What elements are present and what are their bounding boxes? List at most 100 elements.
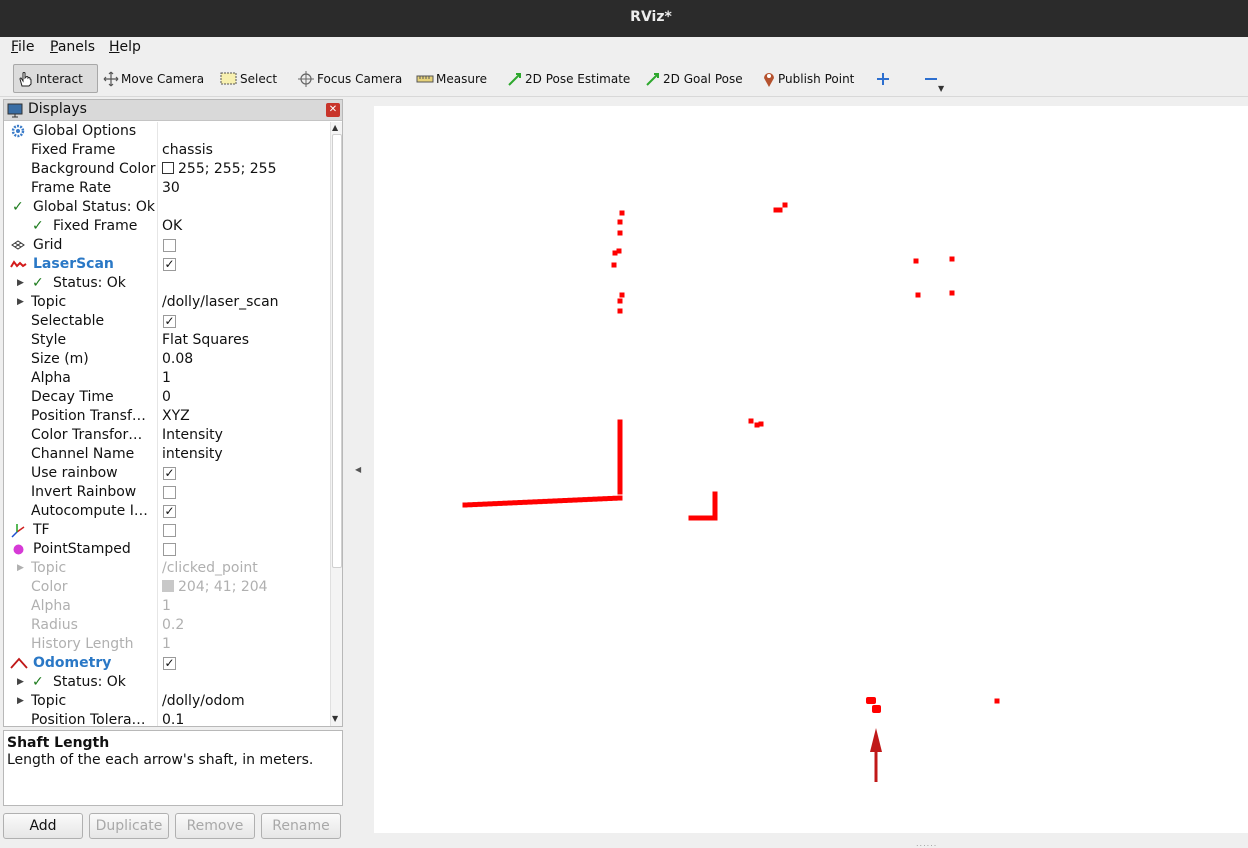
add-button[interactable]: Add xyxy=(3,813,83,839)
fixed-frame-value[interactable]: chassis xyxy=(162,141,213,160)
tree-row-fixed-frame[interactable]: Fixed Frame chassis xyxy=(4,141,330,160)
use-rainbow-checkbox[interactable]: ✓ xyxy=(163,467,176,480)
row-name: PointStamped xyxy=(33,541,131,557)
displays-scrollbar[interactable]: ▲ ▼ xyxy=(330,122,342,726)
tree-row-odometry-status[interactable]: ▶ ✓ Status: Ok xyxy=(4,673,330,692)
decay-time-value[interactable]: 0 xyxy=(162,388,171,407)
add-tool-button[interactable] xyxy=(876,64,892,93)
tree-row-pointstamped-alpha[interactable]: Alpha 1 xyxy=(4,597,330,616)
focus-camera-tool-button[interactable]: Focus Camera xyxy=(297,64,402,93)
rename-button[interactable]: Rename xyxy=(261,813,341,839)
tree-row-use-rainbow[interactable]: Use rainbow ✓ xyxy=(4,464,330,483)
menu-panels[interactable]: Panels xyxy=(50,39,95,55)
2d-pose-estimate-tool-button[interactable]: 2D Pose Estimate xyxy=(507,64,630,93)
background-color-value[interactable]: 255; 255; 255 xyxy=(162,160,277,179)
tree-row-position-tolerance[interactable]: Position Tolera… 0.1 xyxy=(4,711,330,726)
channel-name-value[interactable]: intensity xyxy=(162,445,223,464)
tree-row-laserscan[interactable]: LaserScan ✓ xyxy=(4,255,330,274)
autocompute-checkbox[interactable]: ✓ xyxy=(163,505,176,518)
tree-row-odometry-topic[interactable]: ▶ Topic /dolly/odom xyxy=(4,692,330,711)
expand-arrow-icon[interactable]: ▶ xyxy=(17,673,24,692)
tree-row-fixed-frame-status[interactable]: ✓ Fixed Frame OK xyxy=(4,217,330,236)
tree-row-decay-time[interactable]: Decay Time 0 xyxy=(4,388,330,407)
position-transformer-value[interactable]: XYZ xyxy=(162,407,190,426)
tree-row-alpha[interactable]: Alpha 1 xyxy=(4,369,330,388)
alpha-value[interactable]: 1 xyxy=(162,369,171,388)
row-name: Radius xyxy=(31,617,78,633)
color-transformer-value[interactable]: Intensity xyxy=(162,426,223,445)
pointstamped-topic-value[interactable]: /clicked_point xyxy=(162,559,258,578)
expand-arrow-icon[interactable]: ▶ xyxy=(17,274,24,293)
move-camera-tool-button[interactable]: Move Camera xyxy=(103,64,204,93)
tree-row-style[interactable]: Style Flat Squares xyxy=(4,331,330,350)
pointstamped-history-value[interactable]: 1 xyxy=(162,635,171,654)
laserscan-topic-value[interactable]: /dolly/laser_scan xyxy=(162,293,279,312)
tree-row-pointstamped-color[interactable]: Color 204; 41; 204 xyxy=(4,578,330,597)
tree-row-invert-rainbow[interactable]: Invert Rainbow xyxy=(4,483,330,502)
expand-arrow-icon[interactable]: ▶ xyxy=(17,559,24,578)
menu-help-accel: H xyxy=(109,39,120,55)
tree-row-position-transformer[interactable]: Position Transf… XYZ xyxy=(4,407,330,426)
tree-row-autocompute-intensity[interactable]: Autocompute I… ✓ xyxy=(4,502,330,521)
tree-row-channel-name[interactable]: Channel Name intensity xyxy=(4,445,330,464)
style-value[interactable]: Flat Squares xyxy=(162,331,249,350)
2d-goal-pose-tool-button[interactable]: 2D Goal Pose xyxy=(645,64,743,93)
position-tolerance-value[interactable]: 0.1 xyxy=(162,711,184,726)
pointstamped-checkbox[interactable] xyxy=(163,543,176,556)
pointstamped-color-value[interactable]: 204; 41; 204 xyxy=(162,578,268,597)
laser-point xyxy=(758,421,764,427)
panel-splitter[interactable]: ◀ xyxy=(345,99,372,839)
tree-row-pointstamped-topic[interactable]: ▶ Topic /clicked_point xyxy=(4,559,330,578)
grid-checkbox[interactable] xyxy=(163,239,176,252)
measure-tool-button[interactable]: Measure xyxy=(416,64,487,93)
tree-row-frame-rate[interactable]: Frame Rate 30 xyxy=(4,179,330,198)
laser-point xyxy=(617,439,623,445)
menu-help-label: elp xyxy=(119,39,141,55)
displays-tree[interactable]: Global Options Fixed Frame chassis Backg… xyxy=(4,122,330,726)
publish-point-tool-button[interactable]: Publish Point xyxy=(762,64,854,93)
tree-row-background-color[interactable]: Background Color 255; 255; 255 xyxy=(4,160,330,179)
laserscan-checkbox[interactable]: ✓ xyxy=(163,258,176,271)
tool-dropdown-arrow-icon[interactable]: ▼ xyxy=(938,84,944,93)
scroll-down-arrow-icon[interactable]: ▼ xyxy=(332,714,338,723)
tree-row-pointstamped-radius[interactable]: Radius 0.2 xyxy=(4,616,330,635)
close-icon[interactable]: ✕ xyxy=(326,103,340,117)
odometry-topic-value[interactable]: /dolly/odom xyxy=(162,692,245,711)
duplicate-button[interactable]: Duplicate xyxy=(89,813,169,839)
tree-row-global-options[interactable]: Global Options xyxy=(4,122,330,141)
interact-tool-button[interactable]: Interact xyxy=(13,64,98,93)
selectable-checkbox[interactable]: ✓ xyxy=(163,315,176,328)
tree-row-tf[interactable]: TF xyxy=(4,521,330,540)
expand-arrow-icon[interactable]: ▶ xyxy=(17,692,24,711)
tree-row-grid[interactable]: Grid xyxy=(4,236,330,255)
tree-row-global-status[interactable]: ✓ Global Status: Ok xyxy=(4,198,330,217)
pointstamped-alpha-value[interactable]: 1 xyxy=(162,597,171,616)
collapse-arrow-icon[interactable]: ◀ xyxy=(355,465,361,474)
tree-row-laserscan-topic[interactable]: ▶ Topic /dolly/laser_scan xyxy=(4,293,330,312)
remove-button[interactable]: Remove xyxy=(175,813,255,839)
scroll-up-arrow-icon[interactable]: ▲ xyxy=(332,123,338,132)
tree-row-color-transformer[interactable]: Color Transfor… Intensity xyxy=(4,426,330,445)
laser-point xyxy=(617,419,623,425)
odometry-checkbox[interactable]: ✓ xyxy=(163,657,176,670)
select-tool-button[interactable]: Select xyxy=(220,64,277,93)
pointstamped-radius-value[interactable]: 0.2 xyxy=(162,616,184,635)
invert-rainbow-checkbox[interactable] xyxy=(163,486,176,499)
tree-row-laserscan-status[interactable]: ▶ ✓ Status: Ok xyxy=(4,274,330,293)
tf-checkbox[interactable] xyxy=(163,524,176,537)
row-name: Position Transf… xyxy=(31,408,146,424)
scrollbar-thumb[interactable] xyxy=(332,134,342,568)
menu-help[interactable]: Help xyxy=(109,39,141,55)
expand-arrow-icon[interactable]: ▶ xyxy=(17,293,24,312)
tree-row-size[interactable]: Size (m) 0.08 xyxy=(4,350,330,369)
laser-point xyxy=(492,501,498,507)
tree-row-pointstamped-history-length[interactable]: History Length 1 xyxy=(4,635,330,654)
tree-row-odometry[interactable]: Odometry ✓ xyxy=(4,654,330,673)
size-value[interactable]: 0.08 xyxy=(162,350,193,369)
frame-rate-value[interactable]: 30 xyxy=(162,179,180,198)
tree-row-selectable[interactable]: Selectable ✓ xyxy=(4,312,330,331)
render-viewport[interactable] xyxy=(374,106,1248,833)
menu-file[interactable]: File xyxy=(11,39,34,55)
tree-row-pointstamped[interactable]: PointStamped xyxy=(4,540,330,559)
laser-point xyxy=(462,502,468,508)
